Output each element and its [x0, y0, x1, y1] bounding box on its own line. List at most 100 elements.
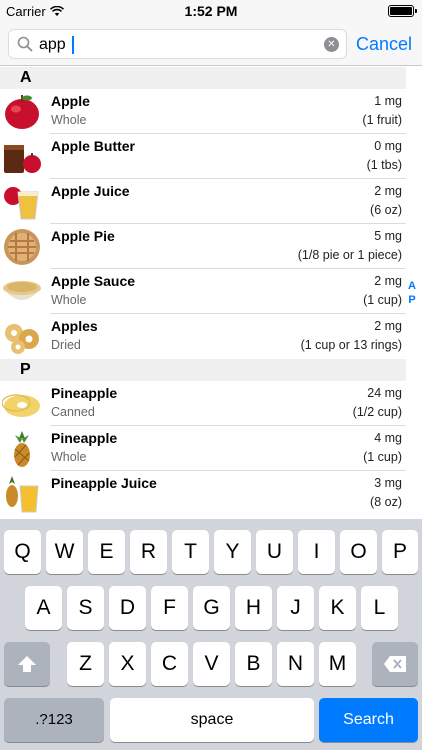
- search-icon: [17, 36, 33, 52]
- canned-pineapple-icon: [2, 394, 40, 417]
- key-t[interactable]: T: [172, 530, 209, 574]
- search-key[interactable]: Search: [319, 698, 418, 742]
- key-d[interactable]: D: [109, 586, 146, 630]
- item-amount: 0 mg: [374, 139, 402, 153]
- search-input[interactable]: [39, 34, 324, 56]
- key-i[interactable]: I: [298, 530, 335, 574]
- key-e[interactable]: E: [88, 530, 125, 574]
- section-header-p: P: [0, 359, 406, 381]
- shift-icon: [18, 656, 36, 672]
- item-subtitle: Whole: [51, 113, 87, 127]
- item-serving: (1 cup or 13 rings): [300, 338, 402, 352]
- key-b[interactable]: B: [235, 642, 272, 686]
- search-field[interactable]: ✕: [8, 29, 347, 59]
- item-name: Apple Butter: [51, 138, 135, 154]
- list-item[interactable]: Apple Pie 5 mg (1/8 pie or 1 piece): [0, 224, 406, 269]
- key-v[interactable]: V: [193, 642, 230, 686]
- key-h[interactable]: H: [235, 586, 272, 630]
- item-name: Pineapple: [51, 385, 118, 401]
- item-amount: 4 mg: [374, 431, 402, 445]
- item-amount: 5 mg: [374, 229, 402, 243]
- key-z[interactable]: Z: [67, 642, 104, 686]
- list-item[interactable]: Apples Dried 2 mg (1 cup or 13 rings): [0, 314, 406, 359]
- key-p[interactable]: P: [382, 530, 418, 574]
- key-y[interactable]: Y: [214, 530, 251, 574]
- backspace-icon: [384, 656, 406, 672]
- item-serving: (1/8 pie or 1 piece): [297, 248, 402, 262]
- key-m[interactable]: M: [319, 642, 356, 686]
- section-header-a: A: [0, 67, 406, 89]
- text-cursor: [72, 36, 74, 54]
- key-a[interactable]: A: [25, 586, 62, 630]
- key-u[interactable]: U: [256, 530, 293, 574]
- item-serving: (1/2 cup): [352, 405, 402, 419]
- item-serving: (1 tbs): [366, 158, 402, 172]
- key-n[interactable]: N: [277, 642, 314, 686]
- item-name: Apple: [51, 93, 90, 109]
- item-subtitle: Canned: [51, 405, 95, 419]
- search-bar: ✕ Cancel: [0, 22, 422, 66]
- space-key[interactable]: space: [110, 698, 314, 742]
- key-q[interactable]: Q: [4, 530, 41, 574]
- list-item[interactable]: Pineapple Whole 4 mg (1 cup): [0, 426, 406, 471]
- item-subtitle: Whole: [51, 293, 87, 307]
- list-item[interactable]: Apple Sauce Whole 2 mg (1 cup): [0, 269, 406, 314]
- cancel-button[interactable]: Cancel: [356, 30, 412, 58]
- pineapple-icon: [14, 431, 30, 467]
- item-subtitle: Dried: [51, 338, 81, 352]
- apple-butter-icon: [4, 145, 41, 173]
- list-item[interactable]: Apple Butter 0 mg (1 tbs): [0, 134, 406, 179]
- item-serving: (1 fruit): [362, 113, 402, 127]
- apple-juice-icon: [4, 187, 39, 220]
- key-j[interactable]: J: [277, 586, 314, 630]
- key-s[interactable]: S: [67, 586, 104, 630]
- item-serving: (1 cup): [363, 293, 402, 307]
- key-r[interactable]: R: [130, 530, 167, 574]
- key-g[interactable]: G: [193, 586, 230, 630]
- list-item[interactable]: Apple Whole 1 mg (1 fruit): [0, 89, 406, 134]
- key-x[interactable]: X: [109, 642, 146, 686]
- keyboard: Q W E R T Y U I O P A S D F G H J K L Z …: [0, 519, 422, 750]
- status-bar: Carrier 1:52 PM: [0, 0, 422, 22]
- item-amount: 2 mg: [374, 274, 402, 288]
- pineapple-juice-icon: [6, 476, 39, 513]
- item-subtitle: Whole: [51, 450, 87, 464]
- item-name: Apple Sauce: [51, 273, 136, 289]
- section-index-a[interactable]: A: [405, 279, 419, 293]
- item-amount: 2 mg: [374, 184, 402, 198]
- apple-icon: [5, 95, 39, 129]
- results-list[interactable]: A Apple Whole 1 mg (1 fruit) Apple Butte…: [0, 67, 406, 519]
- item-name: Apples: [51, 318, 98, 334]
- key-l[interactable]: L: [361, 586, 398, 630]
- item-serving: (8 oz): [370, 495, 402, 509]
- key-k[interactable]: K: [319, 586, 356, 630]
- section-index-p[interactable]: P: [405, 293, 419, 307]
- item-serving: (1 cup): [363, 450, 402, 464]
- item-name: Pineapple: [51, 430, 118, 446]
- item-amount: 1 mg: [374, 94, 402, 108]
- item-name: Apple Juice: [51, 183, 130, 199]
- item-amount: 24 mg: [367, 386, 402, 400]
- dried-apples-icon: [5, 324, 39, 354]
- battery-icon: [388, 5, 417, 17]
- key-o[interactable]: O: [340, 530, 377, 574]
- item-amount: 2 mg: [374, 319, 402, 333]
- key-w[interactable]: W: [46, 530, 83, 574]
- clear-search-icon[interactable]: ✕: [324, 37, 339, 52]
- key-f[interactable]: F: [151, 586, 188, 630]
- numbers-key[interactable]: .?123: [4, 698, 104, 742]
- shift-key[interactable]: [4, 642, 50, 686]
- list-item[interactable]: Apple Juice 2 mg (6 oz): [0, 179, 406, 224]
- list-item[interactable]: Pineapple Juice 3 mg (8 oz): [0, 471, 406, 516]
- item-amount: 3 mg: [374, 476, 402, 490]
- list-item[interactable]: Pineapple Canned 24 mg (1/2 cup): [0, 381, 406, 426]
- item-name: Pineapple Juice: [51, 475, 157, 491]
- key-c[interactable]: C: [151, 642, 188, 686]
- section-index[interactable]: A P: [405, 279, 419, 307]
- apple-pie-icon: [4, 229, 40, 265]
- item-name: Apple Pie: [51, 228, 115, 244]
- item-serving: (6 oz): [370, 203, 402, 217]
- apple-sauce-icon: [3, 281, 41, 300]
- status-time: 1:52 PM: [184, 3, 238, 19]
- delete-key[interactable]: [372, 642, 418, 686]
